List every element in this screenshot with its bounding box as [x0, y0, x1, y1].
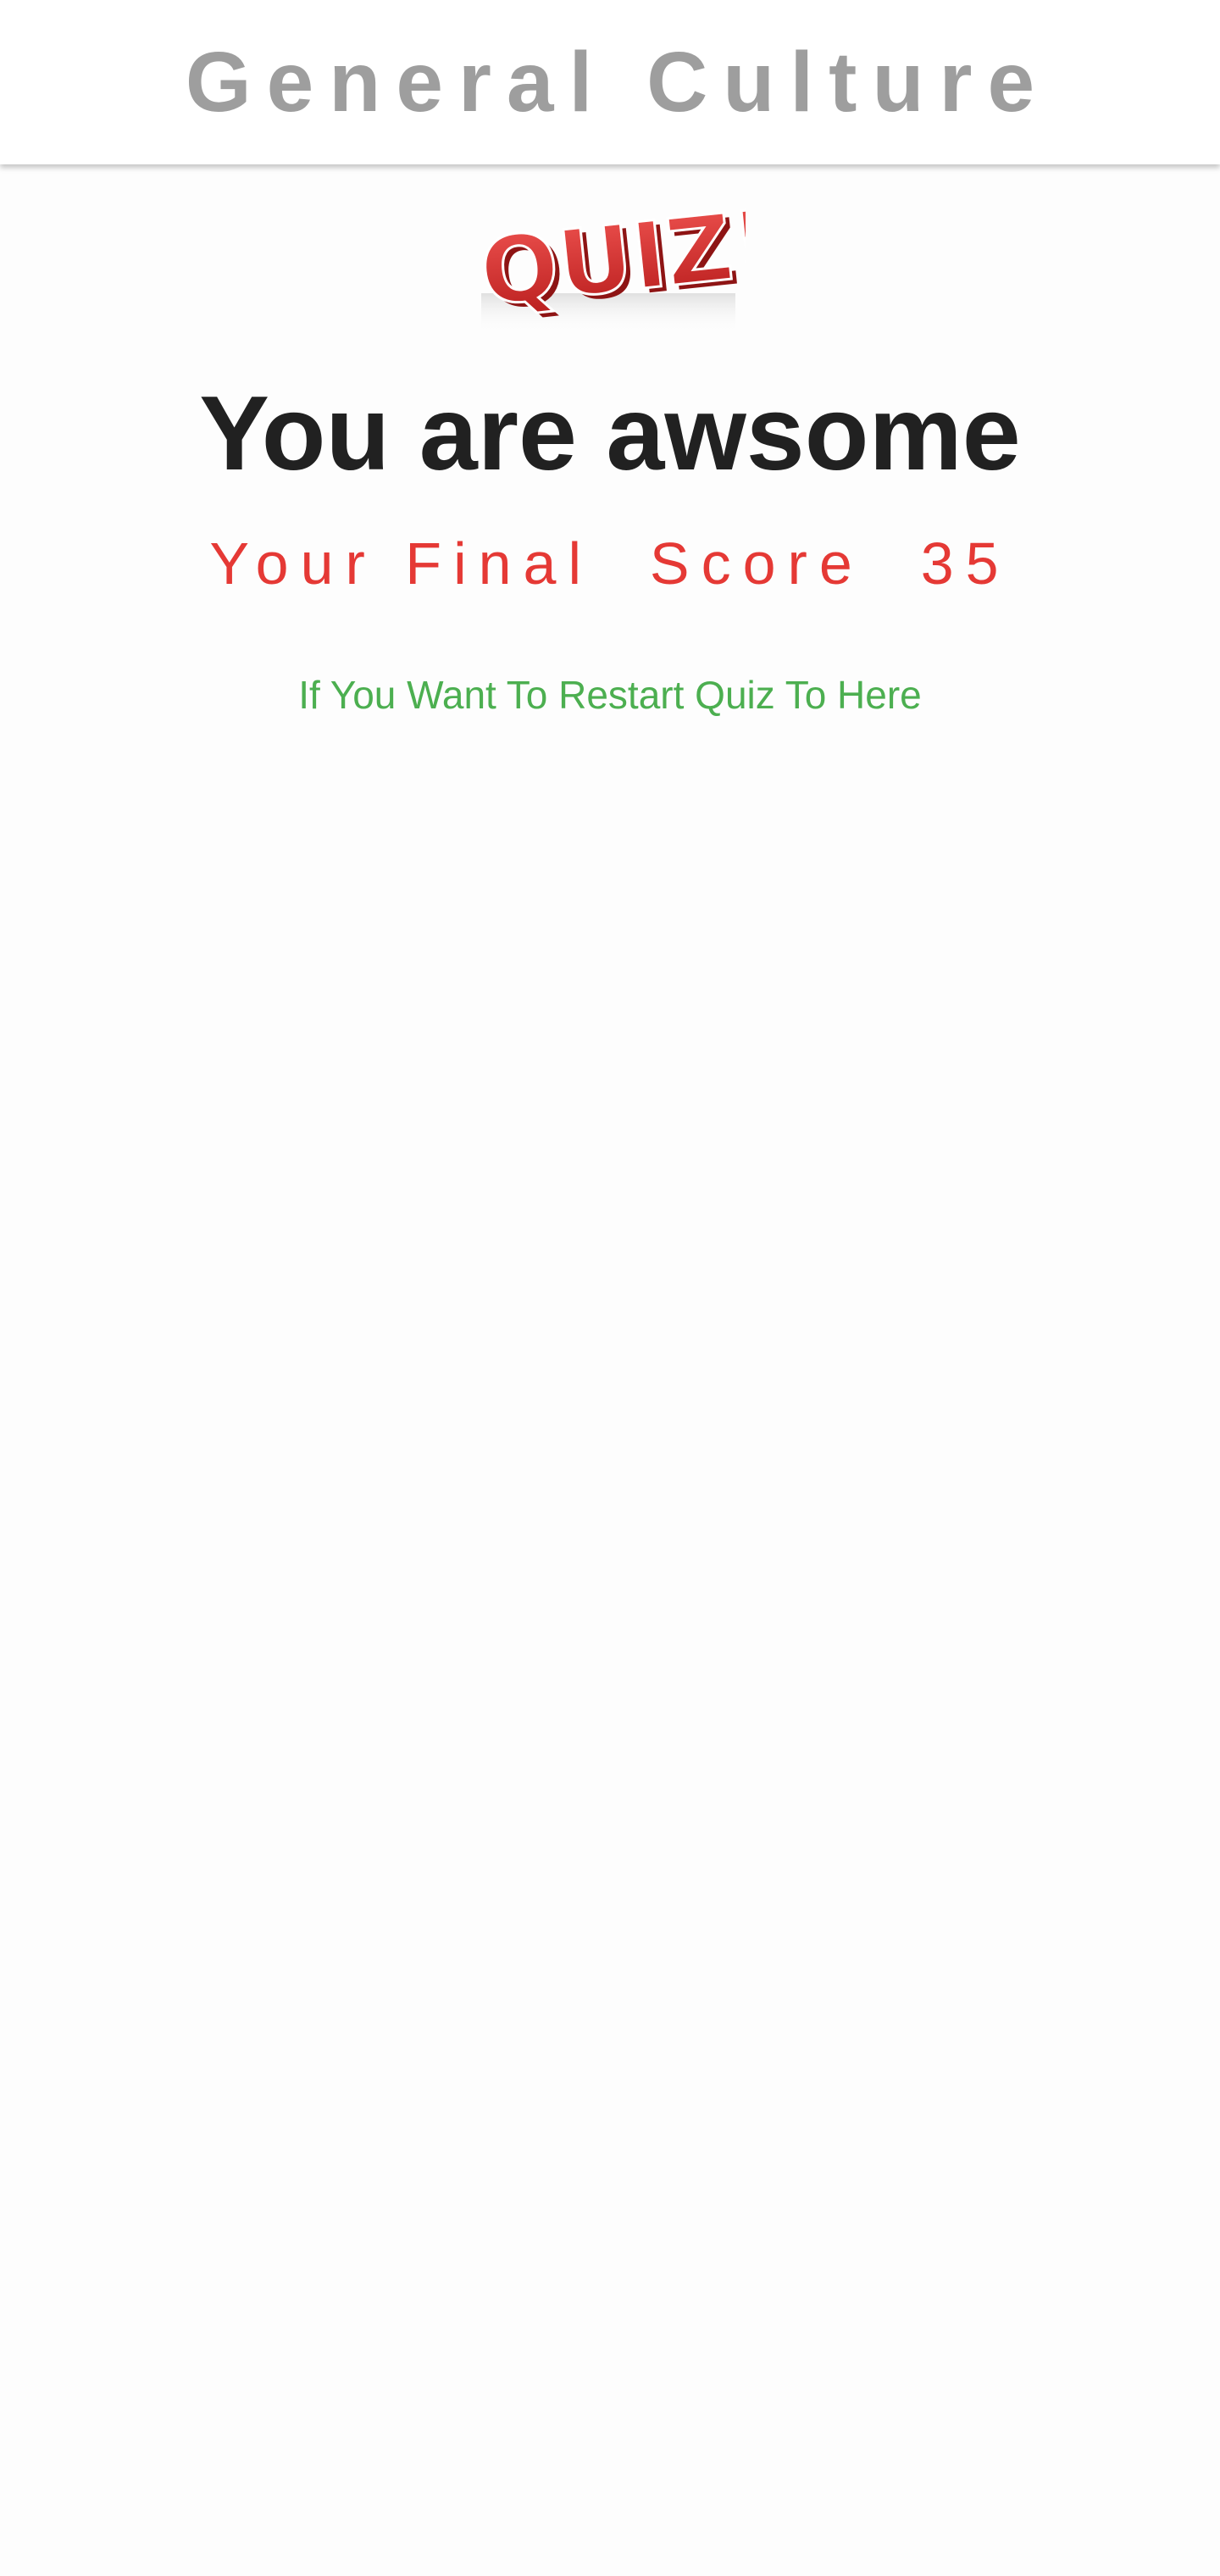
app-bar: General Culture — [0, 0, 1220, 164]
score-label: Your Final Score — [209, 530, 864, 597]
score-value: 35 — [920, 530, 1011, 597]
final-score: Your Final Score 35 — [0, 525, 1220, 602]
quiz-logo-icon: QUIZ! QUIZ! — [474, 192, 746, 336]
restart-quiz-link[interactable]: If You Want To Restart Quiz To Here — [0, 669, 1220, 720]
app-title: General Culture — [185, 34, 1051, 130]
result-headline: You are awsome — [199, 375, 1021, 492]
